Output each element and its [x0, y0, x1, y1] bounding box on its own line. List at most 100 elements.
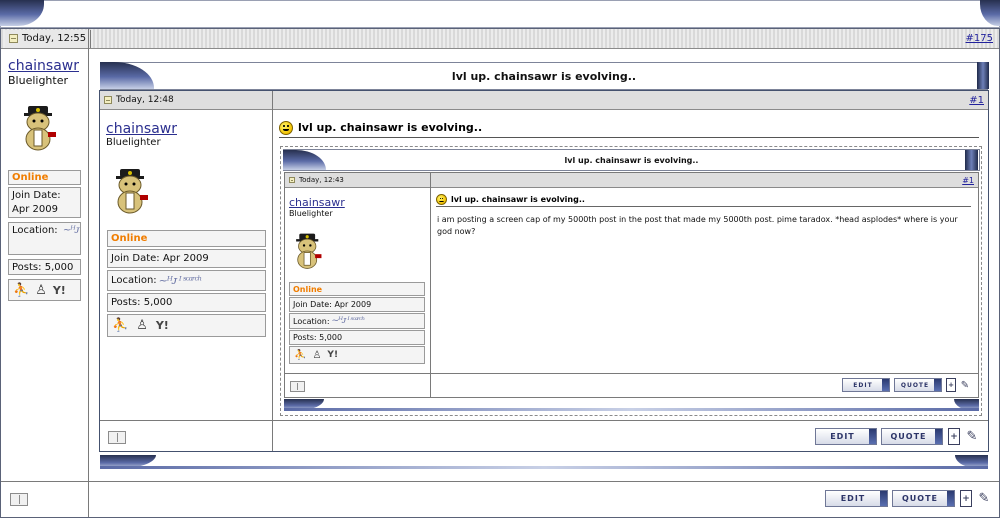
quote1-post-book-icon[interactable] — [108, 431, 126, 444]
outer-post-date: Today, 12:55 — [5, 29, 92, 48]
quote2-status-box: Online — [289, 282, 425, 296]
outer-post-number[interactable]: #175 — [966, 33, 993, 44]
quote1-footer-line — [100, 420, 988, 421]
quote1-date: Today, 12:48 — [104, 95, 174, 105]
msn-icon[interactable]: ♙ — [312, 350, 321, 361]
outer-edit-label: EDIT — [840, 494, 866, 503]
quote2-avatar — [296, 233, 322, 269]
quote1-bottom-bar — [100, 466, 988, 469]
smiley-icon — [436, 194, 447, 205]
outer-contact-box: ⛹ ♙ Y! — [8, 279, 81, 301]
quote1-date-text: Today, 12:48 — [116, 95, 174, 105]
multiquote-icon[interactable]: + — [948, 428, 960, 445]
quote1-edit-button[interactable]: EDIT — [815, 428, 877, 445]
aim-icon[interactable]: ⛹ — [13, 283, 29, 298]
quote1-user-title: Bluelighter — [106, 137, 161, 148]
quote1-join-box: Join Date: Apr 2009 — [107, 249, 266, 268]
quote1-location-box: Location: ~ᴴᴊ ᴵ ˢᶜᵃʳᶜʰ — [107, 270, 266, 291]
quote1-post-number[interactable]: #1 — [969, 95, 984, 106]
outer-user-title: Bluelighter — [8, 74, 69, 87]
outer-post-book-icon[interactable] — [10, 493, 28, 506]
outer-posts-value: 5,000 — [44, 261, 74, 273]
outer-posts-label: Posts: — [12, 261, 42, 273]
quote1-status-box: Online — [107, 230, 266, 247]
quote1-username-link[interactable]: chainsawr — [106, 121, 266, 137]
quote1-join-value: Apr 2009 — [162, 253, 209, 264]
report-post-icon[interactable]: ✎ — [959, 378, 971, 392]
quote1-post-title-row: lvl up. chainsawr is evolving.. — [279, 118, 979, 138]
quote1-user-panel: chainsawr Bluelighter — [106, 121, 266, 148]
quote1-posts-label: Posts: — [111, 297, 141, 308]
msn-icon[interactable]: ♙ — [136, 318, 148, 333]
location-scribble-image: ~ᴴᴊ ᴵ ˢᶜᵃʳᶜʰ — [331, 316, 366, 326]
quote2-title: lvl up. chainsawr is evolving.. — [564, 155, 699, 165]
quote1-right-pillar — [977, 62, 989, 89]
quote2-location-label: Location: — [293, 316, 330, 326]
outer-avatar — [24, 106, 56, 151]
quote2-join-label: Join Date: — [293, 300, 332, 309]
quote2-header: Today, 12:43 #1 — [285, 173, 978, 188]
quote2-date-text: Today, 12:43 — [299, 176, 344, 184]
outer-edit-button[interactable]: EDIT — [825, 490, 888, 507]
quote2-posts-value: 5,000 — [319, 333, 343, 342]
quote2-post-title: lvl up. chainsawr is evolving.. — [451, 195, 585, 204]
quote2-online-status: Online — [293, 284, 323, 294]
quote2-post-book-icon[interactable] — [290, 381, 305, 392]
quote2-footer-line — [285, 373, 978, 374]
post-icon — [289, 177, 295, 183]
quote2-contact-box: ⛹ ♙ Y! — [289, 346, 425, 364]
location-scribble-image: ~ᴴᴊ — [62, 225, 80, 236]
quote2-post-body: i am posting a screen cap of my 5000th p… — [437, 215, 958, 236]
quote2-username-link[interactable]: chainsawr — [289, 196, 424, 209]
quote2-divider — [430, 173, 431, 397]
msn-icon[interactable]: ♙ — [35, 283, 47, 298]
yahoo-icon[interactable]: Y! — [53, 284, 66, 297]
outer-quote-button[interactable]: QUOTE — [892, 490, 955, 507]
outer-quote-label: QUOTE — [901, 494, 939, 503]
aim-icon[interactable]: ⛹ — [112, 318, 128, 333]
outer-location-label: Location: — [12, 225, 58, 236]
quote1-title-bar: lvl up. chainsawr is evolving.. — [100, 62, 988, 90]
outer-top-bar — [0, 0, 1000, 28]
quote2-user-panel: chainsawr Bluelighter — [289, 196, 424, 218]
quote1-post-title: lvl up. chainsawr is evolving.. — [298, 121, 483, 134]
quote2-post-number[interactable]: #1 — [962, 176, 974, 185]
quote2-post-title-row: lvl up. chainsawr is evolving.. — [436, 193, 971, 207]
quote2-posts-label: Posts: — [293, 333, 317, 342]
outer-posts-box: Posts: 5,000 — [8, 259, 81, 275]
outer-user-panel: chainsawr Bluelighter — [4, 58, 86, 87]
quote2-location-box: Location: ~ᴴᴊ ᴵ ˢᶜᵃʳᶜʰ — [289, 313, 425, 329]
quote1-posts-box: Posts: 5,000 — [107, 293, 266, 312]
quote1-divider — [272, 91, 273, 451]
post-icon — [104, 96, 112, 104]
smiley-icon — [279, 120, 293, 135]
outer-status-box: Online — [8, 170, 81, 185]
yahoo-icon[interactable]: Y! — [156, 319, 169, 332]
multiquote-icon[interactable]: + — [960, 490, 972, 507]
quote2-quote-button[interactable]: QUOTE — [894, 378, 942, 392]
quote1-join-label: Join Date: — [111, 253, 160, 264]
outer-footer-line — [1, 481, 999, 482]
quote2-edit-button[interactable]: EDIT — [842, 378, 890, 392]
outer-divider — [88, 29, 89, 517]
multiquote-icon[interactable]: + — [946, 378, 956, 392]
outer-join-label: Join Date: — [12, 190, 61, 201]
quote2-bottom-bar — [284, 408, 979, 411]
post-icon — [9, 34, 18, 43]
quote1-quote-button[interactable]: QUOTE — [881, 428, 943, 445]
quote1-location-label: Location: — [111, 275, 157, 286]
quote1-edit-label: EDIT — [830, 432, 855, 441]
quote1-contact-box: ⛹ ♙ Y! — [107, 314, 266, 337]
outer-location-box: Location: ~ᴴᴊ — [8, 222, 81, 255]
quote1-posts-value: 5,000 — [143, 297, 173, 308]
report-post-icon[interactable]: ✎ — [965, 428, 979, 445]
outer-date-text: Today, 12:55 — [22, 33, 87, 44]
yahoo-icon[interactable]: Y! — [327, 350, 338, 360]
quote2-right-pillar — [965, 150, 978, 170]
outer-username-link[interactable]: chainsawr — [8, 58, 86, 74]
quote2-join-box: Join Date: Apr 2009 — [289, 297, 425, 312]
quote1-avatar — [116, 169, 148, 214]
outer-join-value: Apr 2009 — [12, 204, 58, 215]
aim-icon[interactable]: ⛹ — [294, 350, 306, 361]
report-post-icon[interactable]: ✎ — [977, 490, 991, 507]
